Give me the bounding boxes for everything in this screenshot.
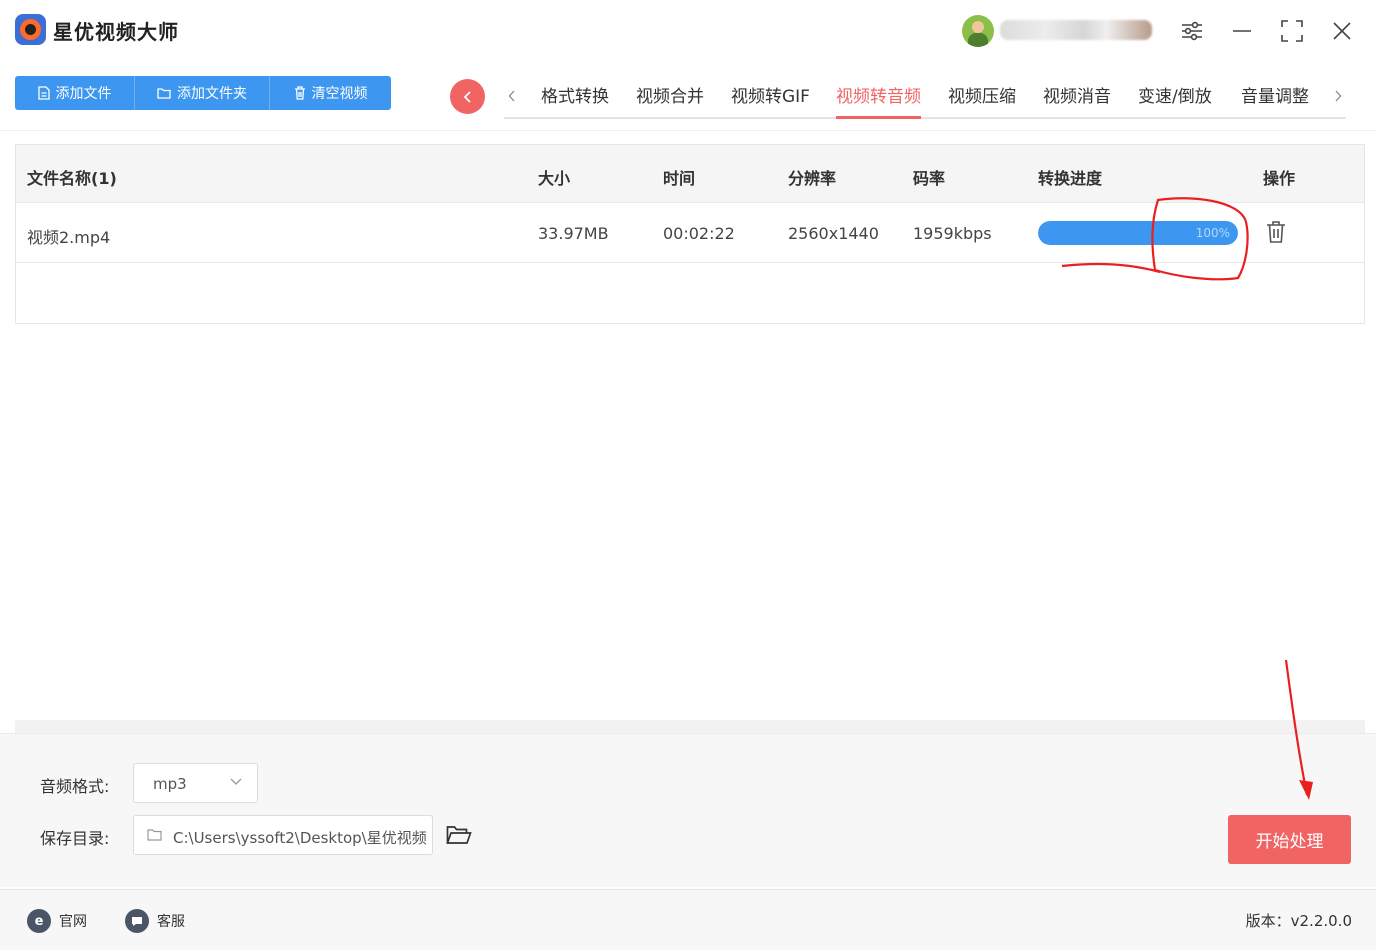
app-logo-icon [15, 14, 46, 45]
add-file-button[interactable]: 添加文件 [15, 76, 135, 110]
file-icon [37, 86, 50, 100]
file-resolution-cell: 2560x1440 [788, 224, 879, 243]
tab-speed-reverse[interactable]: 变速/倒放 [1138, 82, 1212, 119]
header-size: 大小 [538, 169, 571, 188]
header-actions: 操作 [1263, 169, 1296, 188]
tab-video-to-audio[interactable]: 视频转音频 [836, 82, 921, 119]
clear-videos-label: 清空视频 [311, 86, 368, 102]
file-duration-cell: 00:02:22 [663, 224, 735, 243]
support-link[interactable]: 客服 [125, 909, 185, 933]
progress-percent-label: 100% [1195, 226, 1230, 240]
tabs-prev-icon[interactable] [504, 84, 520, 108]
save-dir-input[interactable]: C:\Users\yssoft2\Desktop\星优视频 [133, 815, 433, 855]
chevron-left-icon [463, 90, 471, 103]
audio-format-label: 音频格式: [40, 777, 110, 796]
folder-icon [147, 829, 162, 841]
feature-tabs: 格式转换 视频合并 视频转GIF 视频转音频 视频压缩 视频消音 变速/倒放 音… [504, 76, 1346, 119]
close-icon[interactable] [1327, 16, 1357, 46]
folder-icon [157, 88, 171, 99]
version-label: 版本：v2.2.0.0 [1245, 912, 1352, 930]
header-bitrate: 码率 [913, 169, 946, 188]
tab-video-compress[interactable]: 视频压缩 [948, 82, 1016, 119]
add-folder-button[interactable]: 添加文件夹 [135, 76, 270, 110]
header-resolution: 分辨率 [788, 169, 837, 188]
add-file-label: 添加文件 [55, 86, 112, 102]
conversion-progress-bar: 100% [1038, 221, 1238, 245]
start-processing-button[interactable]: 开始处理 [1228, 815, 1351, 864]
file-button-group: 添加文件 添加文件夹 清空视频 [15, 76, 391, 110]
website-link[interactable]: e 官网 [27, 909, 87, 933]
maximize-icon[interactable] [1277, 16, 1307, 46]
table-header: 文件名称(1) 大小 时间 分辨率 码率 转换进度 操作 [16, 145, 1364, 203]
settings-panel [0, 733, 1376, 887]
username-blurred[interactable] [1000, 20, 1152, 40]
header-time: 时间 [663, 169, 696, 188]
audio-format-value: mp3 [153, 775, 187, 793]
tabs-next-icon[interactable] [1330, 84, 1346, 108]
tab-video-to-gif[interactable]: 视频转GIF [731, 82, 810, 119]
ie-browser-icon: e [27, 909, 51, 933]
open-folder-icon[interactable] [446, 824, 472, 850]
settings-sliders-icon[interactable] [1177, 16, 1207, 46]
file-bitrate-cell: 1959kbps [913, 224, 992, 243]
file-size-cell: 33.97MB [538, 224, 609, 243]
table-row[interactable]: 视频2.mp4 33.97MB 00:02:22 2560x1440 1959k… [16, 203, 1364, 263]
add-folder-label: 添加文件夹 [177, 86, 247, 102]
audio-format-select[interactable]: mp3 [133, 763, 258, 803]
back-button[interactable] [450, 79, 485, 114]
tab-volume-adjust[interactable]: 音量调整 [1241, 82, 1309, 119]
title-bar: 星优视频大师 [0, 0, 1376, 62]
website-label: 官网 [59, 914, 87, 930]
clear-videos-button[interactable]: 清空视频 [270, 76, 391, 110]
save-dir-value: C:\Users\yssoft2\Desktop\星优视频 [173, 829, 427, 847]
tab-video-mute[interactable]: 视频消音 [1043, 82, 1111, 119]
file-name-cell: 视频2.mp4 [27, 228, 111, 247]
header-progress: 转换进度 [1038, 169, 1103, 188]
footer: e 官网 客服 版本：v2.2.0.0 [0, 889, 1376, 950]
app-title: 星优视频大师 [53, 20, 179, 44]
chevron-down-icon [230, 778, 242, 785]
minimize-icon[interactable] [1227, 16, 1257, 46]
trash-icon [294, 86, 305, 100]
header-file-name: 文件名称(1) [27, 169, 117, 188]
file-table: 文件名称(1) 大小 时间 分辨率 码率 转换进度 操作 视频2.mp4 33.… [15, 144, 1365, 324]
delete-row-icon[interactable] [1265, 220, 1289, 246]
tab-format-convert[interactable]: 格式转换 [541, 82, 609, 119]
list-bottom-strip [15, 720, 1365, 733]
chat-bubble-icon [125, 909, 149, 933]
support-label: 客服 [157, 914, 185, 930]
user-avatar[interactable] [962, 15, 994, 47]
tab-video-merge[interactable]: 视频合并 [636, 82, 704, 119]
divider [0, 130, 1376, 131]
save-dir-label: 保存目录: [40, 829, 110, 848]
